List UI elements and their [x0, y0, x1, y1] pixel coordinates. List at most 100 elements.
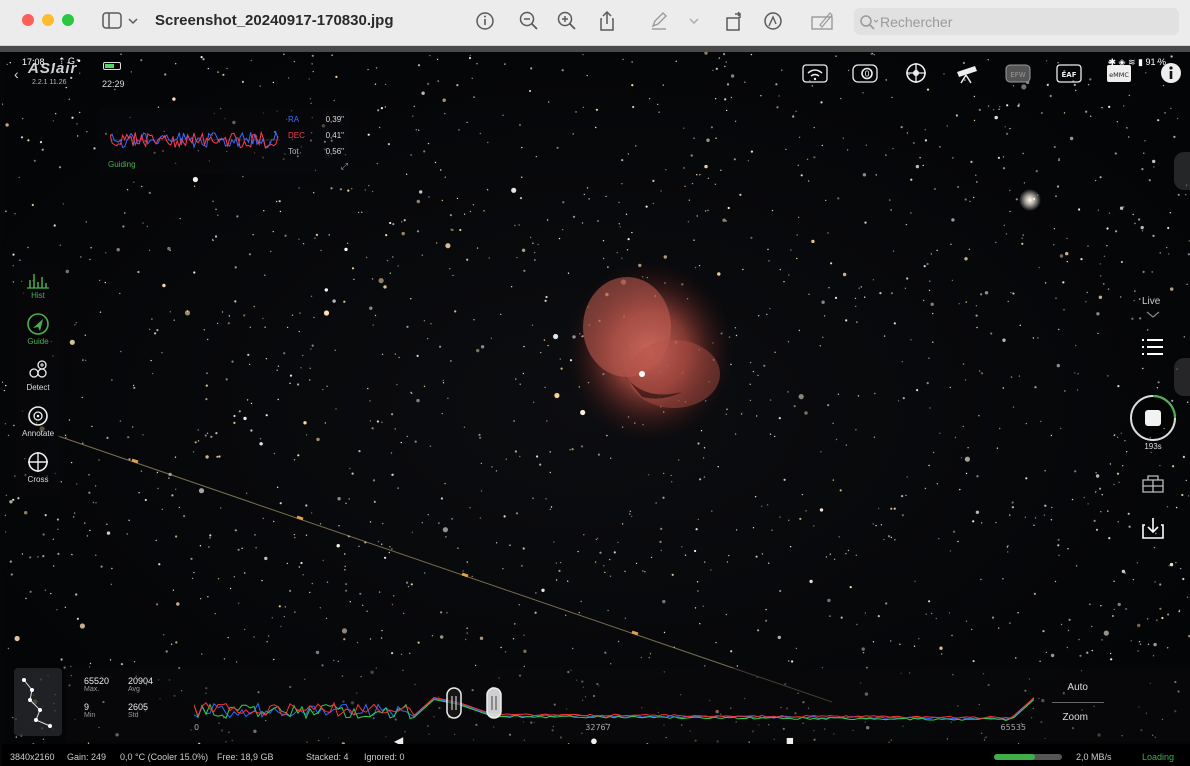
camera-count: 0 [864, 70, 869, 79]
markup-button[interactable] [648, 10, 670, 32]
stop-exposure-button[interactable]: 193s [1122, 394, 1184, 451]
histogram-graph[interactable]: 0 32767 65535 [194, 672, 1034, 738]
zoom-out-button[interactable] [518, 10, 540, 32]
constellation-thumbnail[interactable] [14, 668, 62, 736]
chevron-down-icon [1146, 311, 1160, 318]
share-icon [600, 10, 614, 31]
menu-button[interactable] [1122, 336, 1184, 358]
storage-icon: eMMC [1107, 65, 1131, 82]
mode-switch-chevron[interactable] [1122, 310, 1184, 320]
guide-arrow-icon [27, 313, 49, 335]
zoom-out-icon [519, 11, 538, 30]
window-title: Screenshot_20240917-170830.jpg [155, 12, 394, 29]
avg-stat: 20904 Avg [128, 676, 153, 693]
filter-wheel-icon: EFW [1005, 64, 1031, 83]
telescope-icon [957, 66, 977, 84]
tot-value: 0,56" [325, 147, 344, 156]
mount-button[interactable] [954, 62, 980, 86]
markup-menu-button[interactable] [684, 10, 704, 32]
zoom-in-button[interactable] [556, 10, 578, 32]
storage-label: eMMC [1109, 71, 1129, 79]
max-value: 65520 [84, 676, 110, 686]
info-bar: 3840x2160 Gain: 249 0,0 °C (Cooler 15.0%… [2, 744, 1190, 766]
guiding-graph [110, 130, 280, 149]
zoom-button[interactable] [62, 14, 74, 26]
stacked-count: Stacked: 4 [306, 752, 349, 762]
annotate-button[interactable] [762, 10, 784, 32]
max-label: Max. [84, 686, 100, 693]
guiding-title: Guiding [108, 160, 136, 169]
rotate-button[interactable] [724, 10, 746, 32]
annotate-tool[interactable]: Annotate [16, 402, 60, 446]
annotate-label: Annotate [21, 429, 55, 438]
avg-label: Avg [128, 686, 140, 693]
right-toolbar: Live 193s [1122, 290, 1184, 550]
pacman-nebula [566, 262, 734, 442]
right-edge-tab-top[interactable] [1174, 152, 1190, 190]
camera-icon: 0 [852, 64, 878, 83]
wifi-button[interactable] [802, 62, 828, 86]
auto-stretch-button[interactable]: Auto [1067, 682, 1088, 693]
histogram-panel: 65520 Max. 20904 Avg 9 Min 2605 Std 0 32767 … [66, 668, 1190, 742]
axis-min: 0 [194, 723, 199, 732]
guide-scope-button[interactable] [903, 62, 929, 86]
device-toolbar: 0 EFW EAF eMMC [2, 62, 1190, 88]
sidebar-toggle-button[interactable] [102, 10, 138, 32]
info-circle-icon [476, 12, 494, 30]
axis-mid: 32767 [585, 723, 610, 732]
live-mode-label[interactable]: Live [1142, 296, 1160, 307]
hist-label: Hist [31, 291, 45, 300]
share-button[interactable] [596, 10, 618, 32]
filter-wheel-button[interactable]: EFW [1005, 62, 1031, 86]
constellation-icon [22, 678, 52, 728]
search-input[interactable] [880, 12, 1170, 32]
hist-divider [1052, 702, 1104, 703]
hist-tool[interactable]: Hist [16, 264, 60, 308]
crosshair-icon [28, 452, 48, 472]
storage-button[interactable]: eMMC [1106, 62, 1132, 86]
focuser-label: EAF [1062, 71, 1077, 79]
temperature: 0,0 °C (Cooler 15.0%) [120, 752, 209, 762]
chevron-down-icon [689, 18, 699, 24]
sidebar-icon [102, 12, 138, 29]
info-icon [1161, 63, 1181, 83]
detect-tool[interactable]: Detect [16, 356, 60, 400]
min-label: Min [84, 712, 96, 719]
red-channel [194, 696, 1034, 719]
filter-wheel-label: EFW [1010, 71, 1025, 79]
white-point-handle[interactable] [486, 687, 502, 719]
annotate-icon [28, 406, 48, 426]
close-button[interactable] [22, 14, 34, 26]
std-label: Std [128, 712, 139, 719]
cross-tool[interactable]: Cross [16, 448, 60, 492]
plan-button[interactable] [1122, 470, 1184, 494]
astro-image-viewport[interactable]: 17:08 ⇡ G • ✱ ◈ ≋ ▮ 91 % ‹ ASIair 2.2.1 … [2, 52, 1190, 766]
form-fill-button[interactable] [810, 10, 836, 32]
save-image-button[interactable] [1122, 516, 1184, 540]
guiding-graph-panel[interactable]: RA 0,39" DEC 0,41" Tot 0,56" Guiding ⤢ [100, 108, 350, 174]
search-field[interactable] [854, 8, 1179, 35]
detect-stars-icon [29, 360, 47, 378]
black-point-handle[interactable] [446, 687, 462, 719]
ra-value: 0,39" [325, 115, 344, 124]
guide-tool[interactable]: Guide [16, 310, 60, 354]
expand-icon[interactable]: ⤢ [341, 161, 348, 172]
main-camera-button[interactable]: 0 [852, 62, 878, 86]
focuser-button[interactable]: EAF [1056, 62, 1082, 86]
title-bar: Screenshot_20240917-170830.jpg [0, 0, 1190, 46]
free-space: Free: 18,9 GB [217, 752, 274, 762]
zoom-in-icon [557, 11, 576, 30]
zoom-button[interactable]: Zoom [1062, 712, 1088, 723]
detect-label: Detect [26, 383, 50, 392]
download-icon [1142, 518, 1164, 539]
minimize-button[interactable] [42, 14, 54, 26]
wifi-icon [802, 64, 828, 83]
rotate-icon [726, 11, 741, 31]
dec-value: 0,41" [325, 131, 344, 140]
focuser-icon: EAF [1056, 64, 1082, 83]
plan-icon [1142, 475, 1164, 493]
min-stat: 9 Min [84, 702, 95, 719]
resolution: 3840x2160 [10, 752, 55, 762]
info-panel-button[interactable] [1158, 62, 1184, 86]
info-button[interactable] [474, 10, 496, 32]
